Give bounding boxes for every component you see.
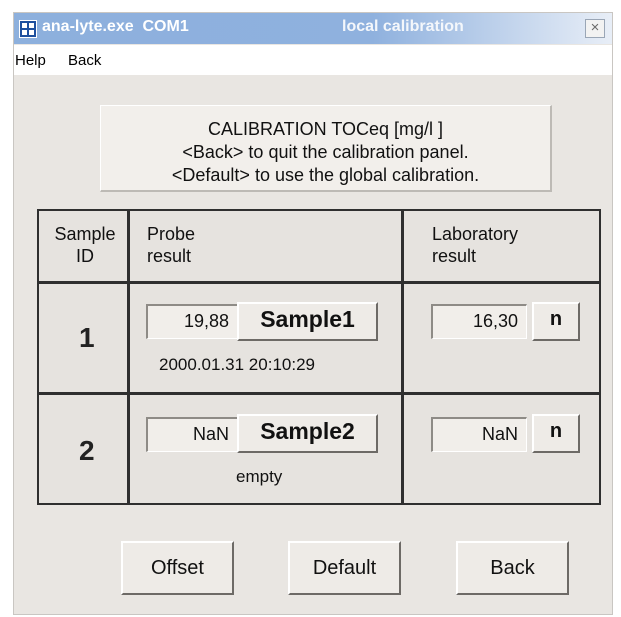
probe-result-field[interactable]: NaN [146,417,238,452]
header-sample-id: Sample ID [54,224,116,266]
row-divider [39,281,599,284]
menu-back[interactable]: Back [68,52,101,69]
calibration-window: ana-lyte.exe COM1 local calibration × He… [13,12,613,615]
lab-n-button[interactable]: n [532,302,580,341]
info-title: CALIBRATION TOCeq [mg/l ] [207,119,444,139]
lab-n-button[interactable]: n [532,414,580,453]
calibration-info-panel: CALIBRATION TOCeq [mg/l ] <Back> to quit… [100,105,552,192]
sample-id: 1 [79,322,95,353]
menu-bar: Help Back [14,45,612,75]
probe-timestamp: 2000.01.31 20:10:29 [159,355,315,374]
title-bar[interactable]: ana-lyte.exe COM1 local calibration × [14,13,612,44]
sample1-button[interactable]: Sample1 [237,302,378,341]
menu-help[interactable]: Help [15,52,46,69]
calibration-table: Sample ID Probe result Laboratory result… [37,209,601,505]
probe-timestamp: empty [236,467,283,486]
sample2-button[interactable]: Sample2 [237,414,378,453]
app-icon [19,20,37,38]
row-divider [39,392,599,395]
back-button[interactable]: Back [456,541,569,595]
laboratory-result-field[interactable]: NaN [431,417,527,452]
mode-title: local calibration [342,18,464,35]
info-back-hint: <Back> to quit the calibration panel. [182,142,469,162]
header-probe-result: Probe result [147,224,196,266]
app-title: ana-lyte.exe COM1 [42,18,189,35]
laboratory-result-field[interactable]: 16,30 [431,304,527,339]
column-divider [401,211,404,503]
info-default-hint: <Default> to use the global calibration. [171,165,480,185]
column-divider [127,211,130,503]
offset-button[interactable]: Offset [121,541,234,595]
sample-id: 2 [79,435,95,466]
default-button[interactable]: Default [288,541,401,595]
header-laboratory-result: Laboratory result [432,224,519,266]
close-button[interactable]: × [585,19,605,38]
probe-result-field[interactable]: 19,88 [146,304,238,339]
